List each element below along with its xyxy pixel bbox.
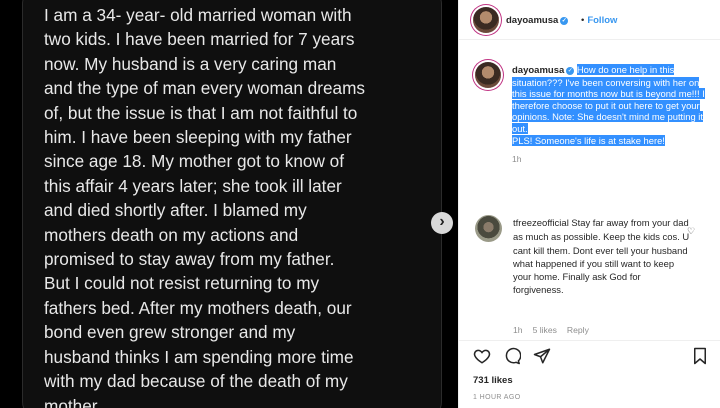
like-count[interactable]: 731 likes: [473, 375, 513, 386]
story-text: I am a 34- year- old married woman with …: [44, 5, 365, 408]
caption-age[interactable]: 1h: [512, 154, 710, 166]
avatar[interactable]: [473, 7, 499, 33]
caption: dayoamusa ✓ How do one help in this situa…: [512, 64, 710, 166]
caption-text-2: PLS! Someone's life is at stake here!: [512, 134, 665, 146]
comment-like-icon[interactable]: ♡: [687, 226, 695, 237]
bookmark-icon[interactable]: [691, 347, 709, 365]
heart-icon[interactable]: [473, 347, 491, 365]
post-timestamp: 1 HOUR AGO: [473, 394, 521, 401]
share-icon[interactable]: [533, 347, 551, 365]
follow-button[interactable]: • Follow: [581, 15, 617, 26]
verified-badge-icon: ✓: [566, 67, 575, 75]
comment-avatar[interactable]: [475, 215, 502, 242]
separator-dot: •: [581, 15, 585, 26]
action-bar: [459, 340, 720, 370]
next-image-button[interactable]: ›: [431, 212, 453, 234]
comment-icon[interactable]: [503, 347, 521, 365]
comment-username[interactable]: tfreezeofficial: [513, 218, 569, 229]
post-image: I am a 34- year- old married woman with …: [0, 0, 458, 408]
comment-likes[interactable]: 5 likes: [533, 325, 557, 335]
comment-age[interactable]: 1h: [513, 325, 523, 335]
follow-label[interactable]: Follow: [587, 15, 617, 26]
caption-username[interactable]: dayoamusa: [512, 65, 564, 76]
post-header: dayoamusa ✓ • Follow: [459, 0, 720, 40]
header-username-text[interactable]: dayoamusa: [506, 15, 558, 26]
post-side-panel: dayoamusa ✓ • Follow dayoamusa ✓ How do one…: [458, 0, 720, 408]
reply-button[interactable]: Reply: [567, 325, 589, 335]
comment-meta: 1h 5 likes Reply: [513, 325, 599, 335]
verified-badge-icon: ✓: [560, 17, 569, 25]
comment-text-block: tfreezeofficial Stay far away from your …: [513, 216, 693, 297]
header-username[interactable]: dayoamusa ✓: [506, 15, 569, 26]
caption-avatar[interactable]: [475, 62, 501, 88]
